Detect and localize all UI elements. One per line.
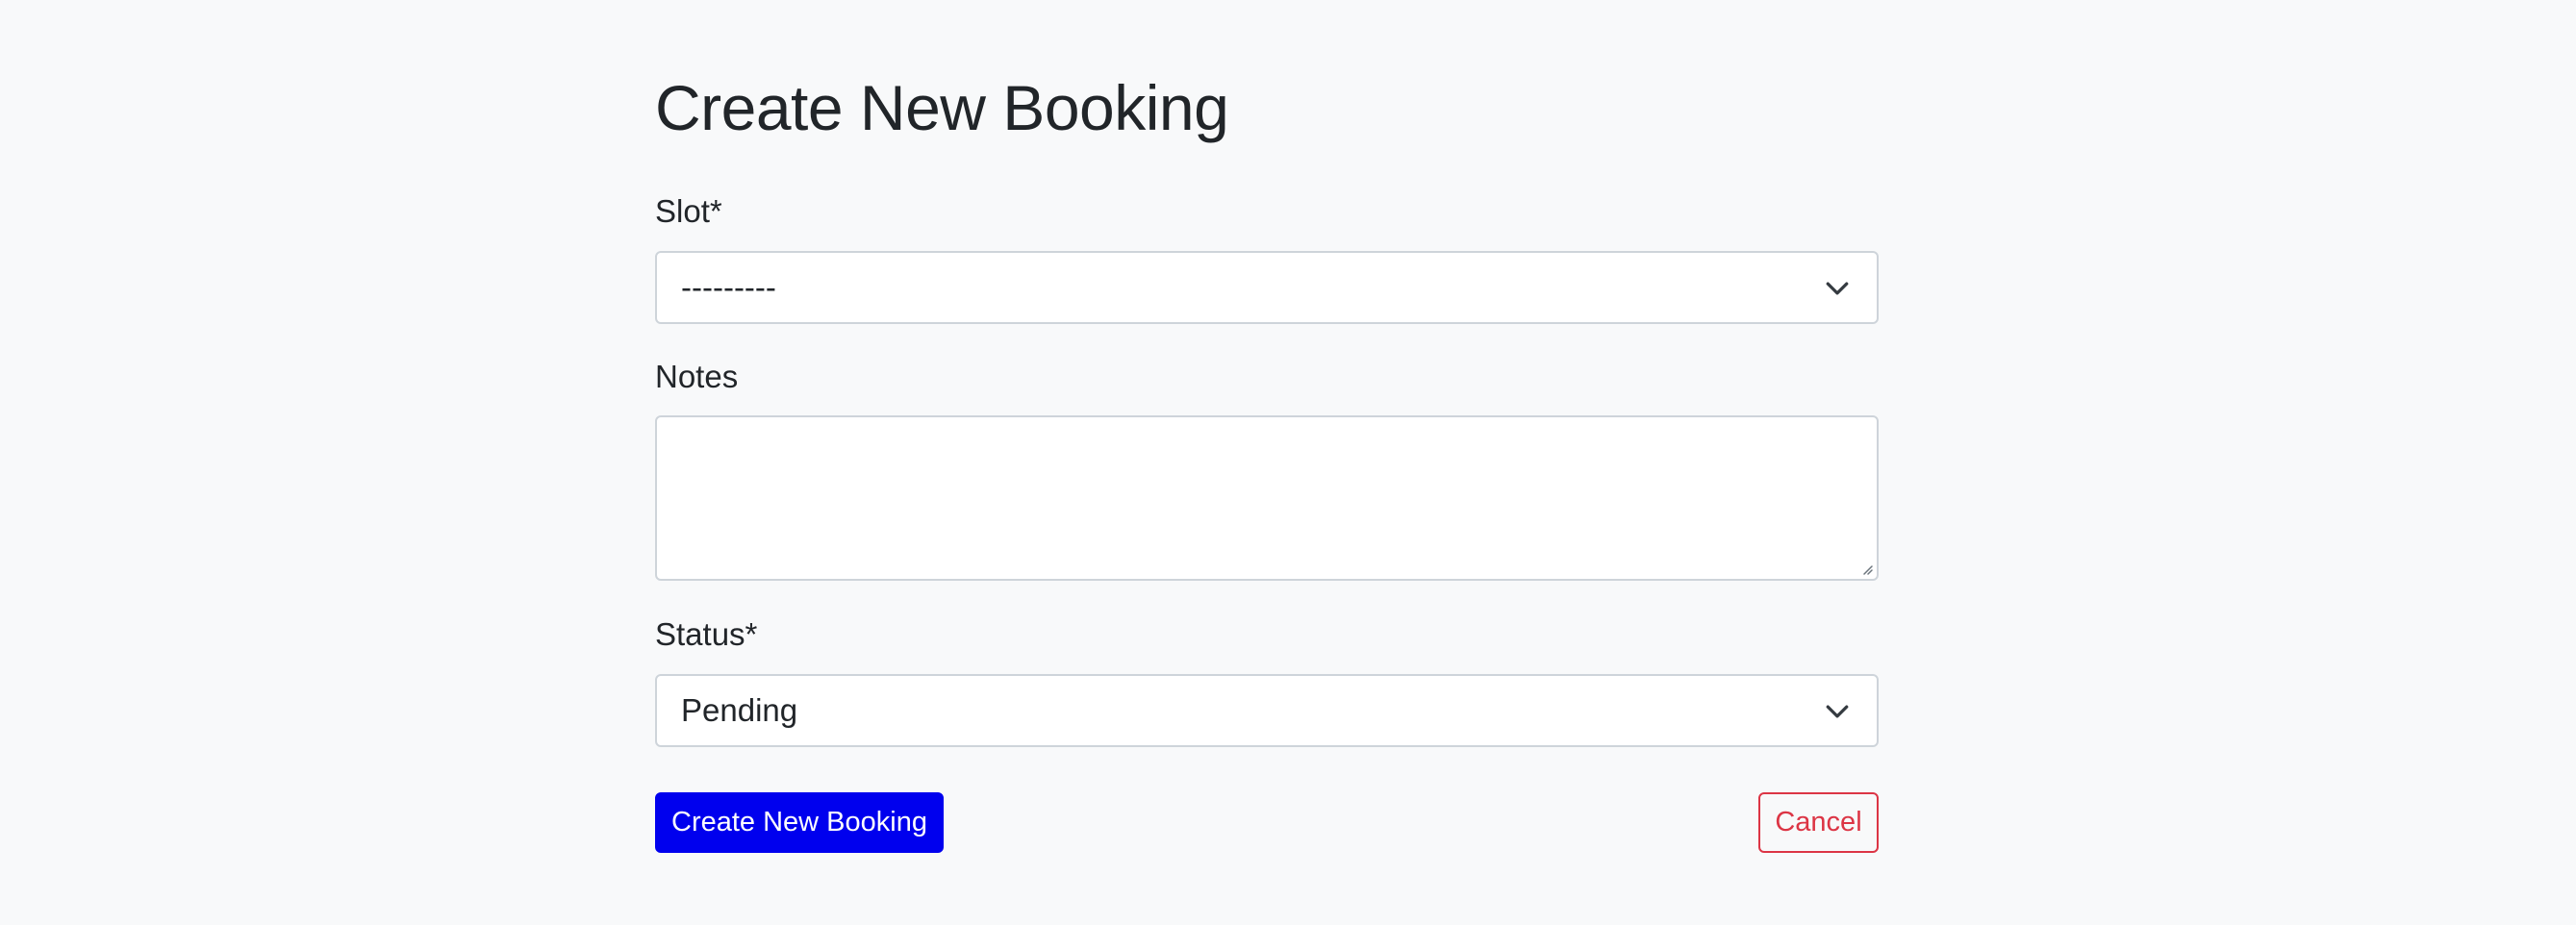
slot-selected-value: --------- (681, 269, 776, 305)
status-label: Status* (655, 616, 758, 652)
cancel-button[interactable]: Cancel (1758, 792, 1879, 853)
slot-select[interactable]: --------- (655, 251, 1879, 324)
chevron-down-icon (1826, 282, 1849, 295)
chevron-down-icon (1826, 705, 1849, 718)
slot-label: Slot* (655, 193, 722, 229)
notes-textarea[interactable] (655, 415, 1879, 581)
resize-handle-icon[interactable] (1859, 562, 1873, 575)
page-title: Create New Booking (655, 72, 1229, 143)
create-booking-button[interactable]: Create New Booking (655, 792, 944, 853)
status-selected-value: Pending (681, 692, 798, 728)
notes-label: Notes (655, 359, 739, 394)
status-select[interactable]: Pending (655, 674, 1879, 747)
